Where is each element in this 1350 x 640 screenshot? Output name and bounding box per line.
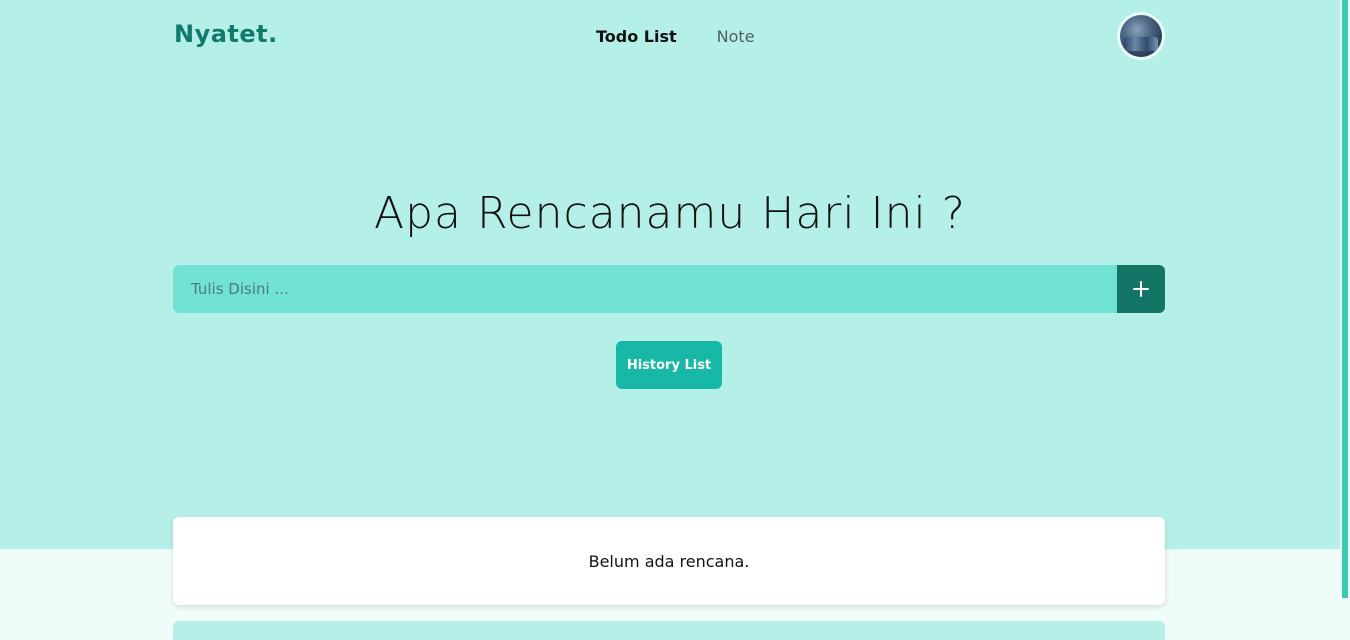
app-logo[interactable]: Nyatet. [174,20,278,48]
history-list-button[interactable]: History List [616,341,722,389]
nav-todo-list[interactable]: Todo List [596,27,677,46]
main-nav: Todo List Note [596,27,755,46]
nav-note[interactable]: Note [717,27,755,46]
plus-icon [1133,281,1149,297]
scrollbar-thumb[interactable] [1342,0,1348,598]
scrollbar-track[interactable] [1340,0,1350,640]
todo-input[interactable] [173,265,1117,313]
section-card [173,621,1165,640]
empty-message: Belum ada rencana. [588,551,750,571]
empty-todo-card: Belum ada rencana. [173,517,1165,605]
add-todo-button[interactable] [1117,265,1165,313]
avatar[interactable] [1117,12,1165,60]
page-title: Apa Rencanamu Hari Ini ? [373,188,967,239]
avatar-image [1120,15,1162,57]
todo-input-group [173,265,1165,313]
